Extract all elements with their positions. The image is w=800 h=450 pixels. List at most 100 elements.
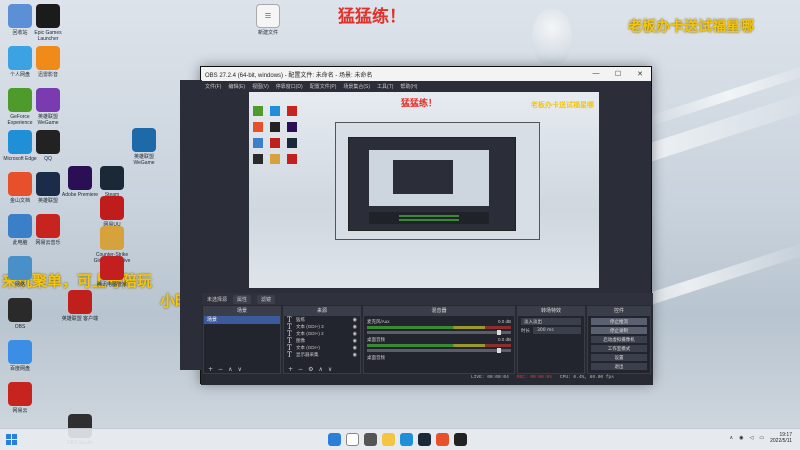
control-button[interactable]: 启动虚拟摄像机 bbox=[591, 336, 647, 343]
source-item[interactable]: T 文本 (GDI+) 2 ◉ bbox=[284, 330, 360, 338]
duration-label: 时长 bbox=[521, 328, 530, 334]
control-button[interactable]: 停止推流 bbox=[591, 318, 647, 325]
desktop-icon[interactable]: Steam bbox=[92, 166, 132, 198]
menu-item[interactable]: 文件(F) bbox=[205, 83, 221, 90]
source-item[interactable]: T 文本 (GDI+) 3 ◉ bbox=[284, 323, 360, 331]
add-icon[interactable]: + bbox=[208, 366, 213, 373]
remove-icon[interactable]: − bbox=[298, 366, 303, 373]
arrow-up-icon[interactable]: ∧ bbox=[228, 366, 232, 373]
player-icon bbox=[36, 46, 60, 70]
desktop-icon[interactable]: 腾讯电脑管家 bbox=[92, 256, 132, 288]
desktop-icon[interactable]: OBS bbox=[0, 298, 40, 330]
rec-timer: REC: 00:00:05 bbox=[516, 375, 552, 380]
menu-item[interactable]: 工具(T) bbox=[377, 83, 393, 90]
remove-icon[interactable]: − bbox=[218, 366, 223, 373]
obs-title: OBS 27.2.4 (64-bit, windows) - 配置文件: 未命名… bbox=[205, 72, 373, 79]
menu-item[interactable]: 视图(V) bbox=[252, 83, 269, 90]
edge-icon[interactable] bbox=[400, 433, 413, 446]
menu-item[interactable]: 编辑(E) bbox=[228, 83, 245, 90]
task-view-icon[interactable] bbox=[364, 433, 377, 446]
desktop-icon[interactable]: 迅雷影音 bbox=[28, 46, 68, 78]
desktop-icon-label: Epic Games Launcher bbox=[34, 30, 62, 42]
file-explorer-icon[interactable] bbox=[382, 433, 395, 446]
arrow-up-icon[interactable]: ∧ bbox=[318, 366, 322, 373]
obs-preview[interactable]: 猛猛练！ 老板办卡送试福星哪 bbox=[249, 92, 599, 288]
volume-icon[interactable]: ◁ bbox=[750, 435, 754, 441]
background-window[interactable] bbox=[180, 80, 202, 370]
minimize-icon[interactable]: — bbox=[585, 70, 607, 78]
mixer-dock: 混音器 麦克风/Aux 0.0 dB 桌面音频 0.0 dB 桌面音频 bbox=[363, 306, 515, 374]
maximize-icon[interactable]: ☐ bbox=[607, 70, 629, 78]
source-item[interactable]: T 文本 (GDI+) ◉ bbox=[284, 344, 360, 352]
source-item[interactable]: T 显示器采集 ◉ bbox=[284, 350, 360, 359]
obs-taskbar-icon[interactable] bbox=[454, 433, 467, 446]
battery-icon[interactable]: ▭ bbox=[759, 435, 764, 441]
wallpaper-character bbox=[532, 8, 572, 64]
desktop-file[interactable]: ≡ 新建文件 bbox=[248, 4, 288, 36]
chevron-up-icon[interactable]: ∧ bbox=[729, 435, 733, 441]
duration-input[interactable]: 300 ms bbox=[533, 327, 581, 334]
desktop-icon[interactable]: 网易云音乐 bbox=[28, 214, 68, 246]
menu-item[interactable]: 停靠窗口(D) bbox=[276, 83, 303, 90]
transitions-header: 转场特效 bbox=[518, 307, 584, 316]
close-icon[interactable]: ✕ bbox=[629, 70, 651, 78]
controls-dock: 控件 停止推流停止录制启动虚拟摄像机 工作室模式设置退出 bbox=[587, 306, 651, 374]
control-button[interactable]: 设置 bbox=[591, 354, 647, 361]
search-icon[interactable] bbox=[346, 433, 359, 446]
windows-start-icon[interactable] bbox=[328, 433, 341, 446]
control-button[interactable]: 工作室模式 bbox=[591, 345, 647, 352]
desktop-icon[interactable]: 百度网盘 bbox=[0, 340, 40, 372]
obs-titlebar[interactable]: OBS 27.2.4 (64-bit, windows) - 配置文件: 未命名… bbox=[201, 67, 651, 81]
desktop-icon[interactable]: 网易云 bbox=[0, 382, 40, 414]
desktop-icon-label: 英雄联盟 客户端 bbox=[61, 316, 99, 322]
menu-item[interactable]: 帮助(H) bbox=[400, 83, 417, 90]
source-item[interactable]: T 图像 ◉ bbox=[284, 337, 360, 345]
eye-icon[interactable]: ◉ bbox=[353, 317, 357, 323]
start-icon[interactable] bbox=[6, 434, 17, 445]
wps-icon[interactable] bbox=[436, 433, 449, 446]
eye-icon[interactable]: ◉ bbox=[353, 352, 357, 358]
desktop-icon[interactable]: 英雄联盟WeGame bbox=[28, 88, 68, 126]
desktop-icon[interactable]: 网易UU bbox=[92, 196, 132, 228]
menu-item[interactable]: 场景集合(S) bbox=[343, 83, 370, 90]
transition-select[interactable]: 淡入淡出 bbox=[521, 318, 581, 325]
source-item[interactable]: T 猛练 ◉ bbox=[284, 316, 360, 324]
network-icon[interactable]: ◉ bbox=[739, 435, 743, 441]
system-tray: ∧ ◉ ◁ ▭ 19:17 2022/5/11 bbox=[729, 432, 792, 444]
steam-icon[interactable] bbox=[418, 433, 431, 446]
menu-item[interactable]: 配置文件(P) bbox=[310, 83, 337, 90]
eye-icon[interactable]: ◉ bbox=[353, 345, 357, 351]
eye-icon[interactable]: ◉ bbox=[353, 338, 357, 344]
desktop-icon[interactable]: 英雄联盟 客户端 bbox=[60, 290, 100, 322]
desktop-icon[interactable]: QQ bbox=[28, 130, 68, 162]
arrow-down-icon[interactable]: ∨ bbox=[237, 366, 241, 373]
text-source-icon: T bbox=[287, 350, 292, 359]
desktop-icon[interactable]: 网络 bbox=[0, 256, 40, 288]
obs-window[interactable]: OBS 27.2.4 (64-bit, windows) - 配置文件: 未命名… bbox=[200, 66, 653, 385]
eye-icon[interactable]: ◉ bbox=[353, 331, 357, 337]
volume-slider[interactable] bbox=[367, 330, 511, 335]
clock[interactable]: 19:17 2022/5/11 bbox=[770, 432, 792, 444]
desktop-icon-label: 网络 bbox=[14, 282, 25, 288]
scene-item[interactable]: 场景 bbox=[204, 316, 280, 324]
nested-preview-3 bbox=[393, 160, 453, 194]
properties-button[interactable]: 属性 bbox=[233, 294, 252, 304]
gear-icon[interactable]: ⚙ bbox=[308, 366, 313, 373]
wegame-icon bbox=[36, 88, 60, 112]
arrow-down-icon[interactable]: ∨ bbox=[328, 366, 332, 373]
no-source-label: 未选择源 bbox=[207, 296, 228, 303]
eye-icon[interactable]: ◉ bbox=[353, 324, 357, 330]
league-icon bbox=[68, 290, 92, 314]
nested-preview-2 bbox=[369, 150, 489, 206]
desktop-icon[interactable]: 英雄联盟 WeGame bbox=[124, 128, 164, 166]
filters-button[interactable]: 滤镜 bbox=[257, 294, 276, 304]
desktop-icon[interactable]: Epic Games Launcher bbox=[28, 4, 68, 42]
volume-slider[interactable] bbox=[367, 348, 511, 353]
hero-icon bbox=[132, 128, 156, 152]
controls-header: 控件 bbox=[588, 307, 650, 316]
control-button[interactable]: 停止录制 bbox=[591, 327, 647, 334]
add-icon[interactable]: + bbox=[288, 366, 293, 373]
control-button[interactable]: 退出 bbox=[591, 363, 647, 370]
nested-obs-window bbox=[348, 137, 516, 231]
source-toolbar: 未选择源 属性 滤镜 bbox=[201, 293, 653, 305]
